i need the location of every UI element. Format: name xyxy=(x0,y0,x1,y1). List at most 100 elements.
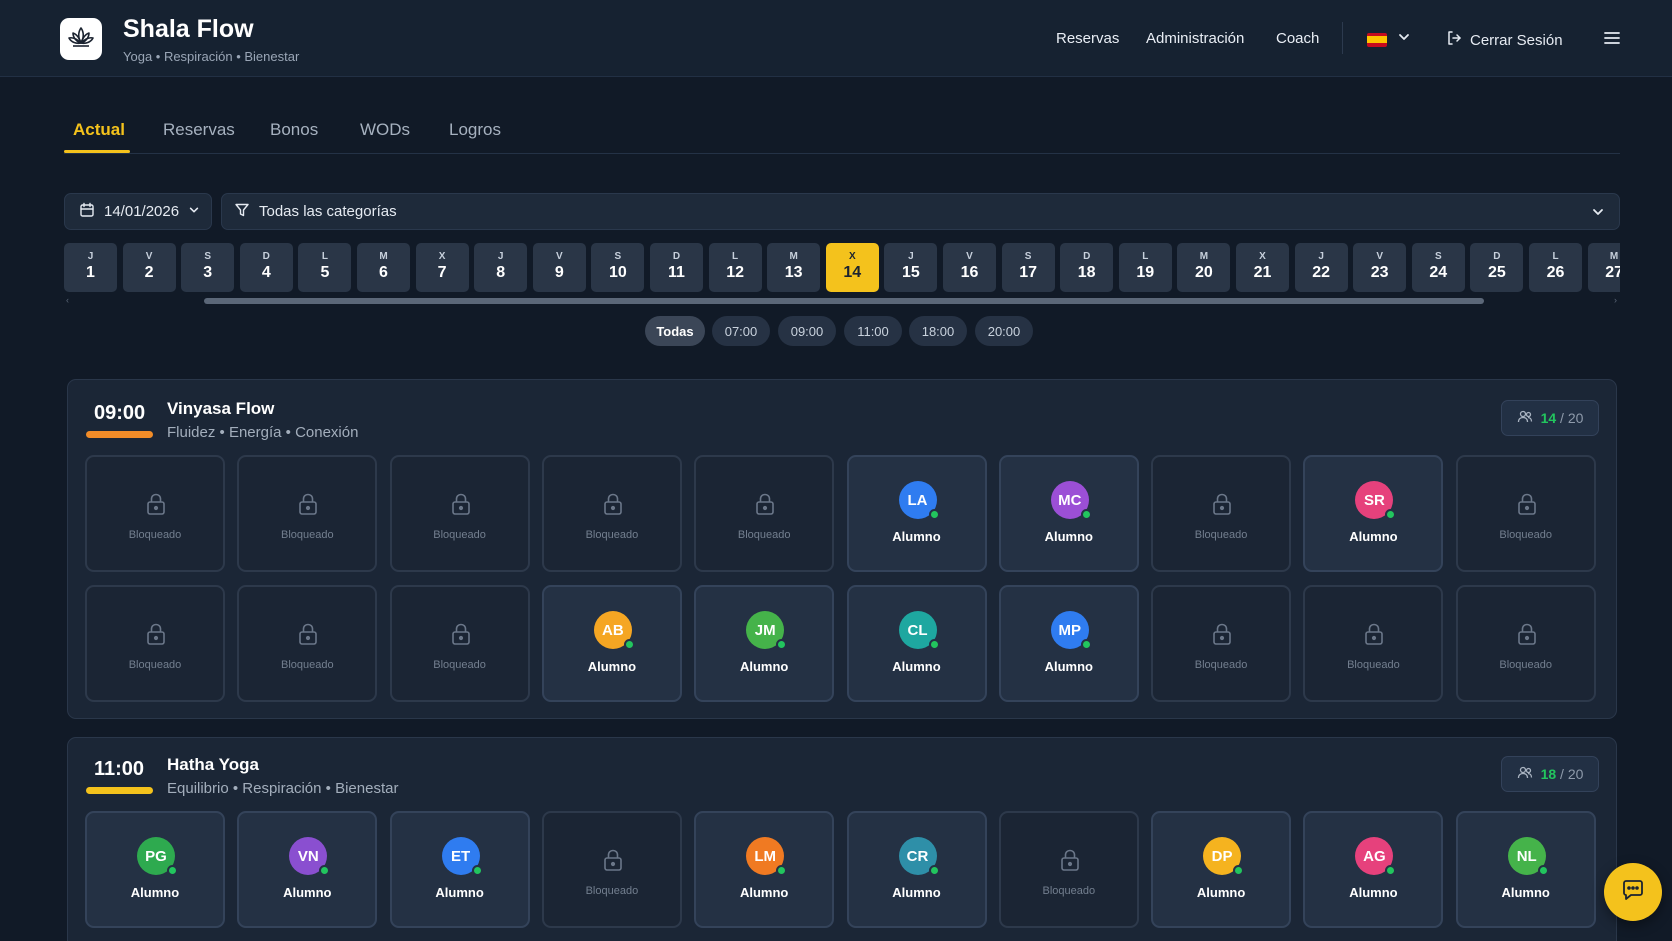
day-item[interactable]: V9 xyxy=(532,243,586,292)
time-chip[interactable]: 18:00 xyxy=(909,316,967,346)
lock-icon xyxy=(450,492,472,521)
slot-label: Alumno xyxy=(892,529,941,544)
day-item[interactable]: M 13 xyxy=(767,243,821,292)
slot-booked[interactable]: MC Alumno xyxy=(998,455,1139,572)
tab-reservas[interactable]: Reservas xyxy=(163,120,235,140)
slot-booked[interactable]: CL Alumno xyxy=(846,585,987,702)
lock-icon xyxy=(145,622,167,651)
day-letter: L xyxy=(732,251,739,262)
day-item[interactable]: M6 xyxy=(357,243,410,292)
scroll-thumb[interactable] xyxy=(204,298,1484,304)
lock-icon xyxy=(1516,622,1538,651)
slot-booked[interactable]: CR Alumno xyxy=(846,811,987,928)
day-item[interactable]: J 22 xyxy=(1294,243,1348,292)
day-number: 17 xyxy=(1019,264,1037,281)
slot-booked[interactable]: LA Alumno xyxy=(846,455,987,572)
online-status-dot xyxy=(167,865,178,876)
day-letter: L xyxy=(321,251,328,262)
slot-booked[interactable]: JM Alumno xyxy=(694,585,835,702)
day-item[interactable]: J 15 xyxy=(884,243,938,292)
slot-booked[interactable]: SR Alumno xyxy=(1303,455,1444,572)
day-item[interactable]: M 27 xyxy=(1587,243,1620,292)
day-item[interactable]: V2 xyxy=(122,243,176,292)
slot-locked: Bloqueado xyxy=(998,811,1139,928)
tab-wods[interactable]: WODs xyxy=(360,120,410,140)
time-chip[interactable]: 11:00 xyxy=(844,316,902,346)
day-item[interactable]: L 12 xyxy=(708,243,762,292)
day-letter: X xyxy=(1259,251,1266,262)
day-number: 16 xyxy=(960,264,979,281)
time-chip[interactable]: 09:00 xyxy=(778,316,836,346)
slot-booked[interactable]: MP Alumno xyxy=(998,585,1139,702)
nav-administracion[interactable]: Administración xyxy=(1146,30,1244,47)
app-header: Shala Flow Yoga • Respiración • Bienesta… xyxy=(0,0,1672,77)
slot-booked[interactable]: PG Alumno xyxy=(85,811,225,928)
day-number: 26 xyxy=(1546,264,1565,281)
slot-locked: Bloqueado xyxy=(85,585,225,702)
menu-button[interactable] xyxy=(1603,30,1621,51)
day-item[interactable]: S3 xyxy=(181,243,235,292)
day-number: 5 xyxy=(320,264,330,281)
day-letter: M xyxy=(379,251,388,262)
day-item[interactable]: S 24 xyxy=(1411,243,1465,292)
day-item[interactable]: S 17 xyxy=(1001,243,1055,292)
slot-label: Alumno xyxy=(739,885,789,900)
tab-bonos[interactable]: Bonos xyxy=(270,120,318,140)
logout-label: Cerrar Sesión xyxy=(1470,31,1563,49)
avatar-initials: MP xyxy=(1058,621,1082,639)
language-selector[interactable] xyxy=(1367,30,1411,49)
logo[interactable] xyxy=(60,18,102,60)
day-item[interactable]: X 21 xyxy=(1236,243,1289,292)
day-item[interactable]: L5 xyxy=(298,243,352,292)
tab-logros[interactable]: Logros xyxy=(449,120,501,140)
logout-button[interactable]: Cerrar Sesión xyxy=(1446,30,1563,50)
time-chip[interactable]: 07:00 xyxy=(712,316,770,346)
lock-icon xyxy=(1516,492,1538,521)
class-tags: Fluidez • Energía • Conexión xyxy=(167,424,359,441)
avatar: SR xyxy=(1355,481,1397,520)
day-item[interactable]: V 23 xyxy=(1353,243,1407,292)
avatar: AB xyxy=(593,611,635,650)
day-number: 10 xyxy=(608,264,627,281)
slot-locked: Bloqueado xyxy=(389,585,530,702)
day-item[interactable]: L 26 xyxy=(1529,243,1582,292)
day-item[interactable]: X 14 xyxy=(825,243,879,292)
day-item[interactable]: S 10 xyxy=(591,243,645,292)
day-item[interactable]: D 11 xyxy=(650,243,703,292)
slot-booked[interactable]: AB Alumno xyxy=(541,585,682,702)
day-strip-scrollbar[interactable] xyxy=(64,298,1620,304)
scroll-right-arrow[interactable]: › xyxy=(1614,295,1617,305)
slot-booked[interactable]: NL Alumno xyxy=(1455,811,1596,928)
avatar: LA xyxy=(898,481,940,520)
slot-booked[interactable]: DP Alumno xyxy=(1151,811,1292,928)
nav-reservas[interactable]: Reservas xyxy=(1056,30,1119,47)
day-number: 25 xyxy=(1487,264,1506,281)
day-item[interactable]: J1 xyxy=(64,243,117,292)
slot-label: Alumno xyxy=(1044,659,1093,674)
slot-booked[interactable]: AG Alumno xyxy=(1303,811,1444,928)
chat-button[interactable] xyxy=(1604,863,1662,921)
day-item[interactable]: V 16 xyxy=(943,243,996,292)
day-item[interactable]: D4 xyxy=(239,243,293,292)
online-status-dot xyxy=(1080,639,1092,650)
tab-actual[interactable]: Actual xyxy=(73,120,125,140)
day-item[interactable]: X7 xyxy=(415,243,469,292)
day-item[interactable]: D 18 xyxy=(1060,243,1114,292)
day-item[interactable]: M 20 xyxy=(1177,243,1231,292)
day-item[interactable]: L 19 xyxy=(1118,243,1172,292)
time-chip[interactable]: Todas xyxy=(645,316,705,346)
lock-icon xyxy=(1211,492,1233,521)
logout-icon xyxy=(1446,30,1462,50)
time-chip[interactable]: 20:00 xyxy=(975,316,1033,346)
avatar: CL xyxy=(898,611,940,650)
nav-coach[interactable]: Coach xyxy=(1276,30,1319,47)
slot-booked[interactable]: VN Alumno xyxy=(237,811,378,928)
day-item[interactable]: J8 xyxy=(474,243,528,292)
date-picker[interactable]: 14/01/2026 xyxy=(64,193,212,230)
lock-icon xyxy=(297,492,319,521)
day-letter: D xyxy=(672,251,681,262)
slot-booked[interactable]: LM Alumno xyxy=(694,811,835,928)
category-select[interactable]: Todas las categorías xyxy=(221,193,1620,230)
slot-booked[interactable]: ET Alumno xyxy=(389,811,530,928)
day-item[interactable]: D 25 xyxy=(1470,243,1524,292)
